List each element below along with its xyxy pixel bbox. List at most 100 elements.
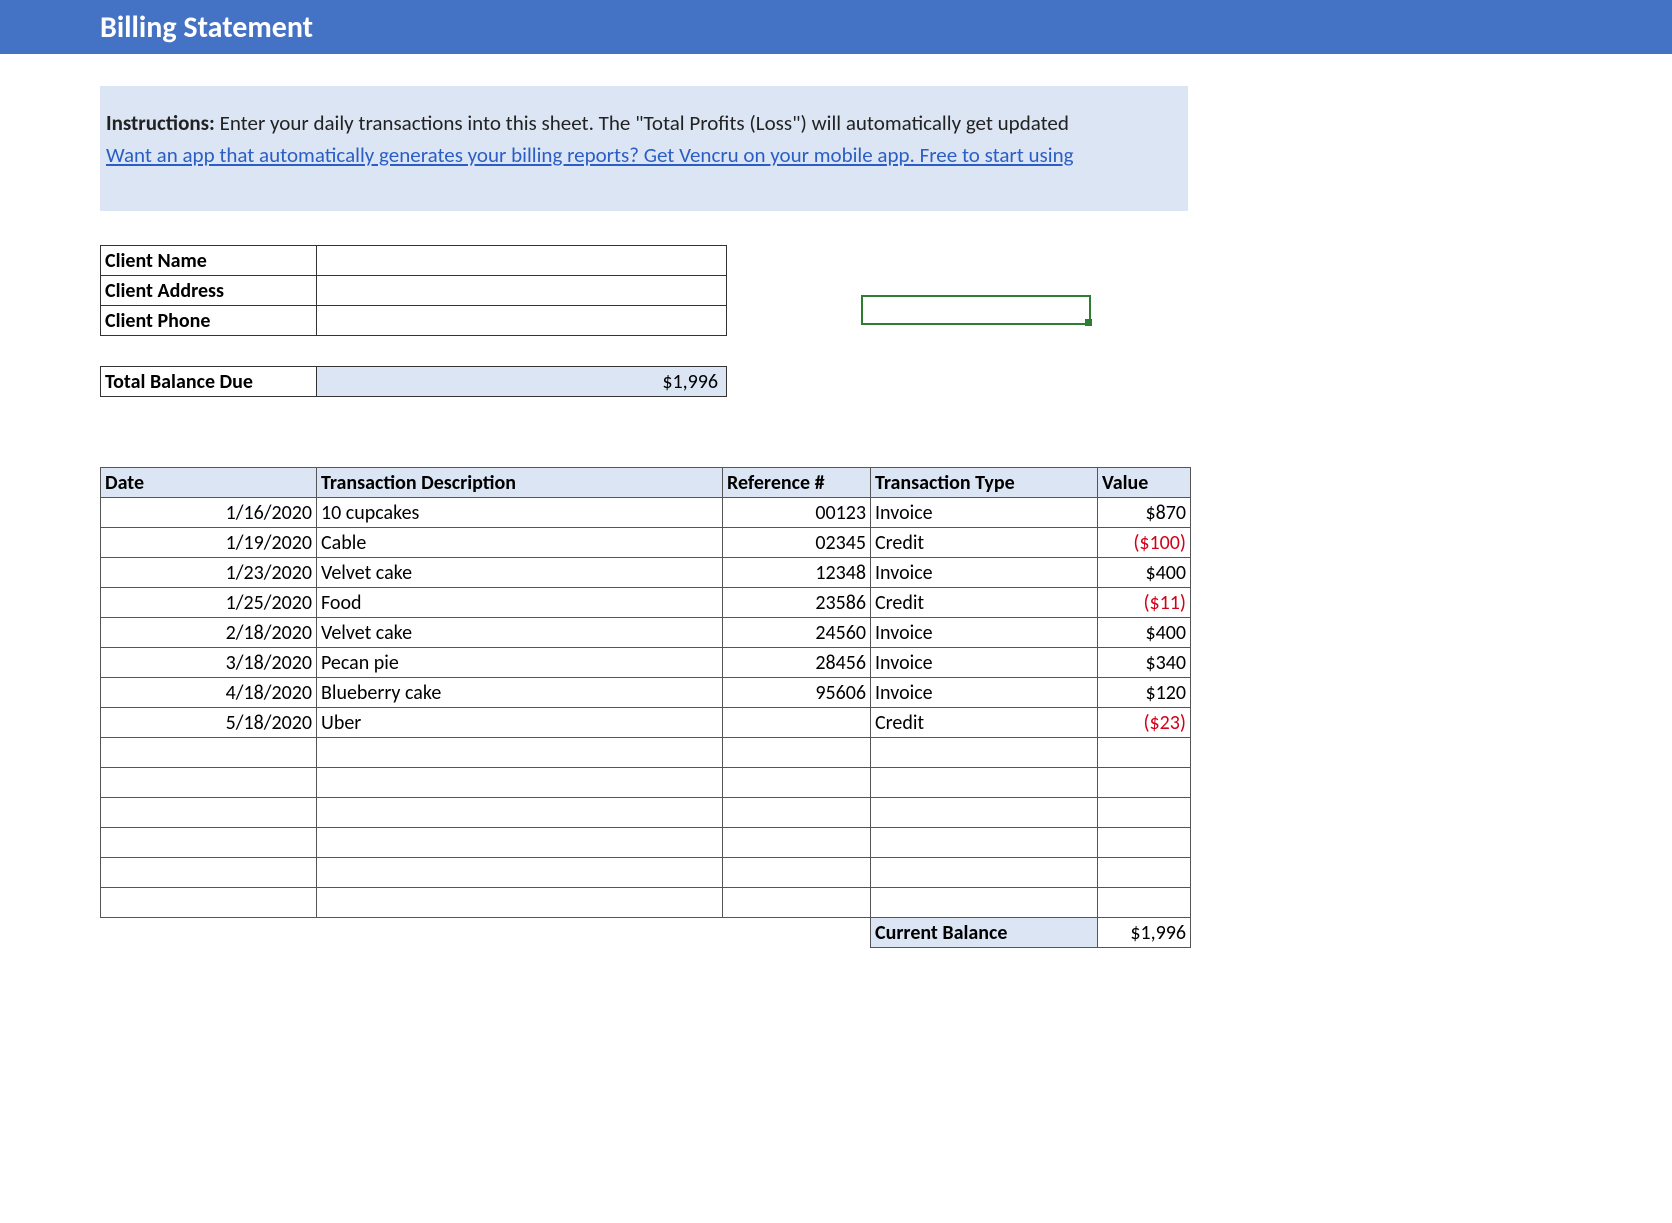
cell-description[interactable] bbox=[317, 828, 723, 858]
cell-description[interactable]: Blueberry cake bbox=[317, 678, 723, 708]
cell-description[interactable]: Velvet cake bbox=[317, 618, 723, 648]
cell-value[interactable] bbox=[1098, 768, 1191, 798]
cell-value[interactable]: $870 bbox=[1098, 498, 1191, 528]
table-row bbox=[101, 738, 1191, 768]
cell-date[interactable]: 5/18/2020 bbox=[101, 708, 317, 738]
cell-reference[interactable] bbox=[723, 858, 871, 888]
client-value-cell[interactable] bbox=[317, 306, 727, 336]
cell-type[interactable]: Invoice bbox=[871, 618, 1098, 648]
cell-reference[interactable]: 02345 bbox=[723, 528, 871, 558]
cell-date[interactable]: 1/16/2020 bbox=[101, 498, 317, 528]
client-label: Client Address bbox=[101, 276, 317, 306]
table-row: 5/18/2020Uber Credit($23) bbox=[101, 708, 1191, 738]
cell-reference[interactable]: 12348 bbox=[723, 558, 871, 588]
cell-description[interactable]: Food bbox=[317, 588, 723, 618]
active-cell-selection[interactable] bbox=[861, 295, 1091, 325]
cell-reference[interactable] bbox=[723, 798, 871, 828]
cell-type[interactable] bbox=[871, 768, 1098, 798]
cell-description[interactable] bbox=[317, 768, 723, 798]
cell-value[interactable] bbox=[1098, 858, 1191, 888]
cell-description[interactable]: 10 cupcakes bbox=[317, 498, 723, 528]
client-row: Client Phone bbox=[101, 306, 727, 336]
instructions-link[interactable]: Want an app that automatically generates… bbox=[106, 142, 1074, 168]
cell-reference[interactable] bbox=[723, 828, 871, 858]
cell-reference[interactable] bbox=[723, 888, 871, 918]
cell-type[interactable]: Credit bbox=[871, 588, 1098, 618]
transactions-table: Date Transaction Description Reference #… bbox=[100, 467, 1191, 948]
cell-date[interactable] bbox=[101, 738, 317, 768]
page-title: Billing Statement bbox=[100, 9, 313, 46]
cell-type[interactable]: Invoice bbox=[871, 678, 1098, 708]
cell-reference[interactable]: 00123 bbox=[723, 498, 871, 528]
balance-value[interactable]: $1,996 bbox=[317, 367, 727, 397]
cell-value[interactable] bbox=[1098, 888, 1191, 918]
cell-reference[interactable]: 23586 bbox=[723, 588, 871, 618]
cell-type[interactable]: Invoice bbox=[871, 498, 1098, 528]
cell-date[interactable]: 1/23/2020 bbox=[101, 558, 317, 588]
cell-value[interactable]: $400 bbox=[1098, 618, 1191, 648]
cell-value[interactable]: ($23) bbox=[1098, 708, 1191, 738]
cell-description[interactable] bbox=[317, 858, 723, 888]
cell-type[interactable]: Invoice bbox=[871, 558, 1098, 588]
cell-description[interactable]: Velvet cake bbox=[317, 558, 723, 588]
header-reference: Reference # bbox=[723, 468, 871, 498]
cell-type[interactable]: Credit bbox=[871, 528, 1098, 558]
table-row bbox=[101, 798, 1191, 828]
cell-description[interactable] bbox=[317, 738, 723, 768]
cell-type[interactable] bbox=[871, 798, 1098, 828]
cell-date[interactable] bbox=[101, 828, 317, 858]
cell-value[interactable]: $400 bbox=[1098, 558, 1191, 588]
table-row: 4/18/2020Blueberry cake95606Invoice$120 bbox=[101, 678, 1191, 708]
instructions-box: Instructions: Enter your daily transacti… bbox=[100, 86, 1188, 211]
cell-type[interactable] bbox=[871, 888, 1098, 918]
cell-reference[interactable] bbox=[723, 708, 871, 738]
cell-type[interactable] bbox=[871, 828, 1098, 858]
cell-value[interactable]: $120 bbox=[1098, 678, 1191, 708]
cell-date[interactable]: 3/18/2020 bbox=[101, 648, 317, 678]
client-row: Client Name bbox=[101, 246, 727, 276]
cell-type[interactable]: Invoice bbox=[871, 648, 1098, 678]
table-row bbox=[101, 888, 1191, 918]
client-value-cell[interactable] bbox=[317, 246, 727, 276]
cell-type[interactable] bbox=[871, 858, 1098, 888]
header-description: Transaction Description bbox=[317, 468, 723, 498]
cell-date[interactable] bbox=[101, 768, 317, 798]
table-row: 1/23/2020Velvet cake12348Invoice$400 bbox=[101, 558, 1191, 588]
cell-reference[interactable]: 24560 bbox=[723, 618, 871, 648]
header-band: Billing Statement bbox=[0, 0, 1672, 54]
table-header-row: Date Transaction Description Reference #… bbox=[101, 468, 1191, 498]
cell-date[interactable]: 1/19/2020 bbox=[101, 528, 317, 558]
cell-reference[interactable]: 28456 bbox=[723, 648, 871, 678]
cell-value[interactable] bbox=[1098, 738, 1191, 768]
table-row: 3/18/2020Pecan pie28456Invoice$340 bbox=[101, 648, 1191, 678]
instructions-text: Enter your daily transactions into this … bbox=[215, 110, 1069, 136]
cell-date[interactable] bbox=[101, 798, 317, 828]
table-row bbox=[101, 768, 1191, 798]
balance-table: Total Balance Due $1,996 bbox=[100, 366, 727, 397]
header-type: Transaction Type bbox=[871, 468, 1098, 498]
cell-date[interactable]: 1/25/2020 bbox=[101, 588, 317, 618]
cell-reference[interactable] bbox=[723, 738, 871, 768]
cell-value[interactable] bbox=[1098, 828, 1191, 858]
cell-type[interactable]: Credit bbox=[871, 708, 1098, 738]
cell-date[interactable] bbox=[101, 858, 317, 888]
cell-value[interactable]: ($100) bbox=[1098, 528, 1191, 558]
footer-label: Current Balance bbox=[871, 918, 1098, 948]
cell-reference[interactable] bbox=[723, 768, 871, 798]
cell-description[interactable] bbox=[317, 888, 723, 918]
cell-date[interactable]: 4/18/2020 bbox=[101, 678, 317, 708]
cell-description[interactable]: Uber bbox=[317, 708, 723, 738]
cell-date[interactable]: 2/18/2020 bbox=[101, 618, 317, 648]
instructions-label: Instructions: bbox=[106, 110, 215, 136]
cell-reference[interactable]: 95606 bbox=[723, 678, 871, 708]
cell-type[interactable] bbox=[871, 738, 1098, 768]
cell-description[interactable]: Cable bbox=[317, 528, 723, 558]
cell-value[interactable]: $340 bbox=[1098, 648, 1191, 678]
cell-description[interactable]: Pecan pie bbox=[317, 648, 723, 678]
cell-value[interactable]: ($11) bbox=[1098, 588, 1191, 618]
cell-date[interactable] bbox=[101, 888, 317, 918]
cell-value[interactable] bbox=[1098, 798, 1191, 828]
balance-label: Total Balance Due bbox=[101, 367, 317, 397]
cell-description[interactable] bbox=[317, 798, 723, 828]
client-value-cell[interactable] bbox=[317, 276, 727, 306]
